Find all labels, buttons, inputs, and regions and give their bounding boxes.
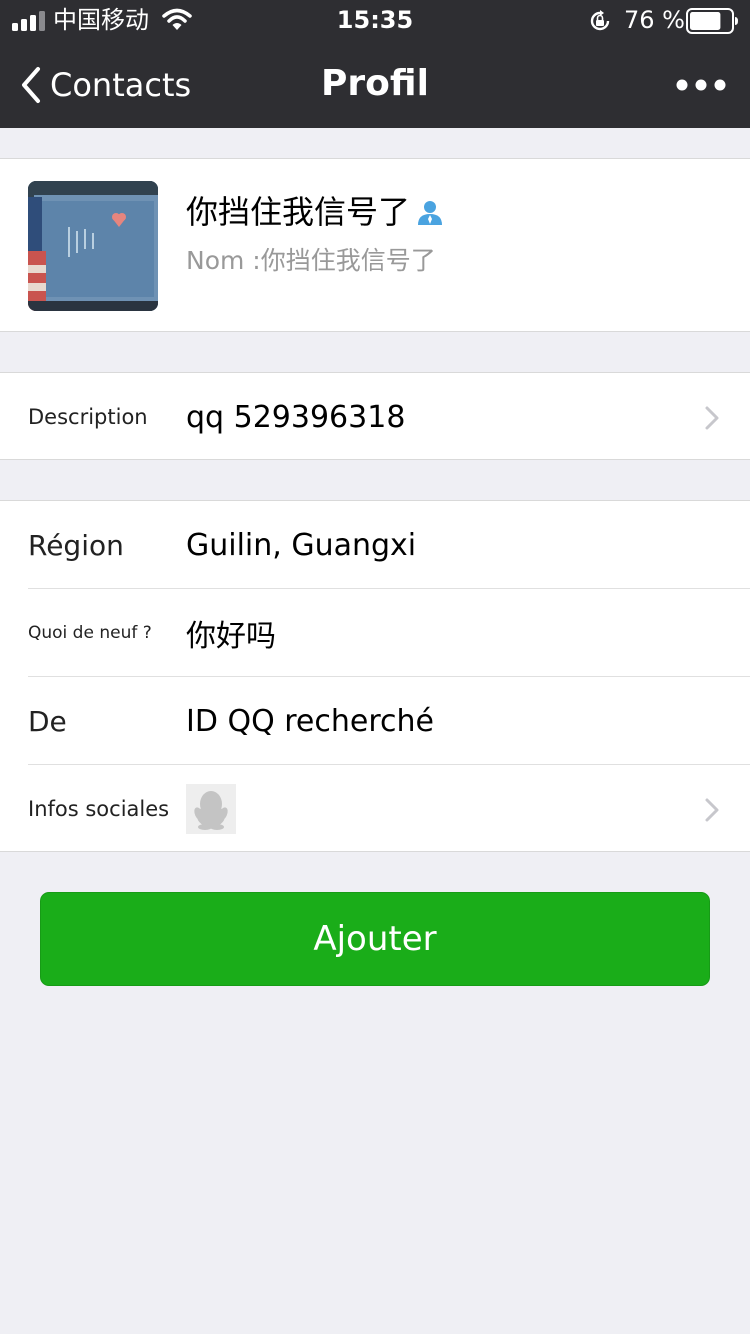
chevron-right-icon bbox=[705, 798, 719, 822]
description-label: Description bbox=[28, 405, 148, 429]
profile-card: 你挡住我信号了 Nom :你挡住我信号了 bbox=[0, 158, 750, 332]
region-label: Région bbox=[28, 528, 124, 562]
person-icon bbox=[418, 201, 443, 225]
description-card: Description qq 529396318 bbox=[0, 372, 750, 460]
from-row: De ID QQ recherché bbox=[0, 677, 750, 765]
status-bar: 中国移动 15:35 76 % bbox=[0, 0, 750, 40]
add-contact-button[interactable]: Ajouter bbox=[40, 892, 710, 986]
top-bar: 中国移动 15:35 76 % Contacts Profil bbox=[0, 0, 750, 128]
whats-up-value: 你好吗 bbox=[186, 619, 276, 654]
info-card: Région Guilin, Guangxi Quoi de neuf ? 你好… bbox=[0, 500, 750, 852]
region-value: Guilin, Guangxi bbox=[186, 527, 417, 563]
more-dots-icon[interactable] bbox=[674, 74, 728, 96]
orientation-lock-icon bbox=[590, 10, 610, 31]
chevron-left-icon bbox=[22, 67, 40, 103]
back-button[interactable]: Contacts bbox=[20, 64, 191, 106]
battery-percent: 76 % bbox=[624, 6, 685, 34]
avatar-photo bbox=[28, 181, 158, 311]
chevron-right-icon bbox=[705, 406, 719, 430]
avatar[interactable] bbox=[28, 181, 158, 311]
social-info-row[interactable]: Infos sociales bbox=[0, 765, 750, 853]
navigation-bar: Contacts Profil bbox=[0, 40, 750, 128]
name-line: Nom :你挡住我信号了 bbox=[186, 246, 436, 275]
display-name: 你挡住我信号了 bbox=[186, 193, 411, 231]
back-label: Contacts bbox=[50, 66, 192, 104]
display-name-row: 你挡住我信号了 bbox=[186, 191, 444, 233]
social-info-label: Infos sociales bbox=[28, 797, 170, 821]
battery-icon bbox=[686, 8, 738, 34]
whats-up-row: Quoi de neuf ? 你好吗 bbox=[0, 589, 750, 677]
from-label: De bbox=[28, 704, 67, 738]
region-row: Région Guilin, Guangxi bbox=[0, 501, 750, 589]
qq-penguin-icon bbox=[186, 784, 236, 834]
from-value: ID QQ recherché bbox=[186, 703, 434, 739]
description-row[interactable]: Description qq 529396318 bbox=[0, 373, 750, 461]
description-value: qq 529396318 bbox=[186, 399, 406, 435]
whats-up-label: Quoi de neuf ? bbox=[28, 623, 152, 643]
